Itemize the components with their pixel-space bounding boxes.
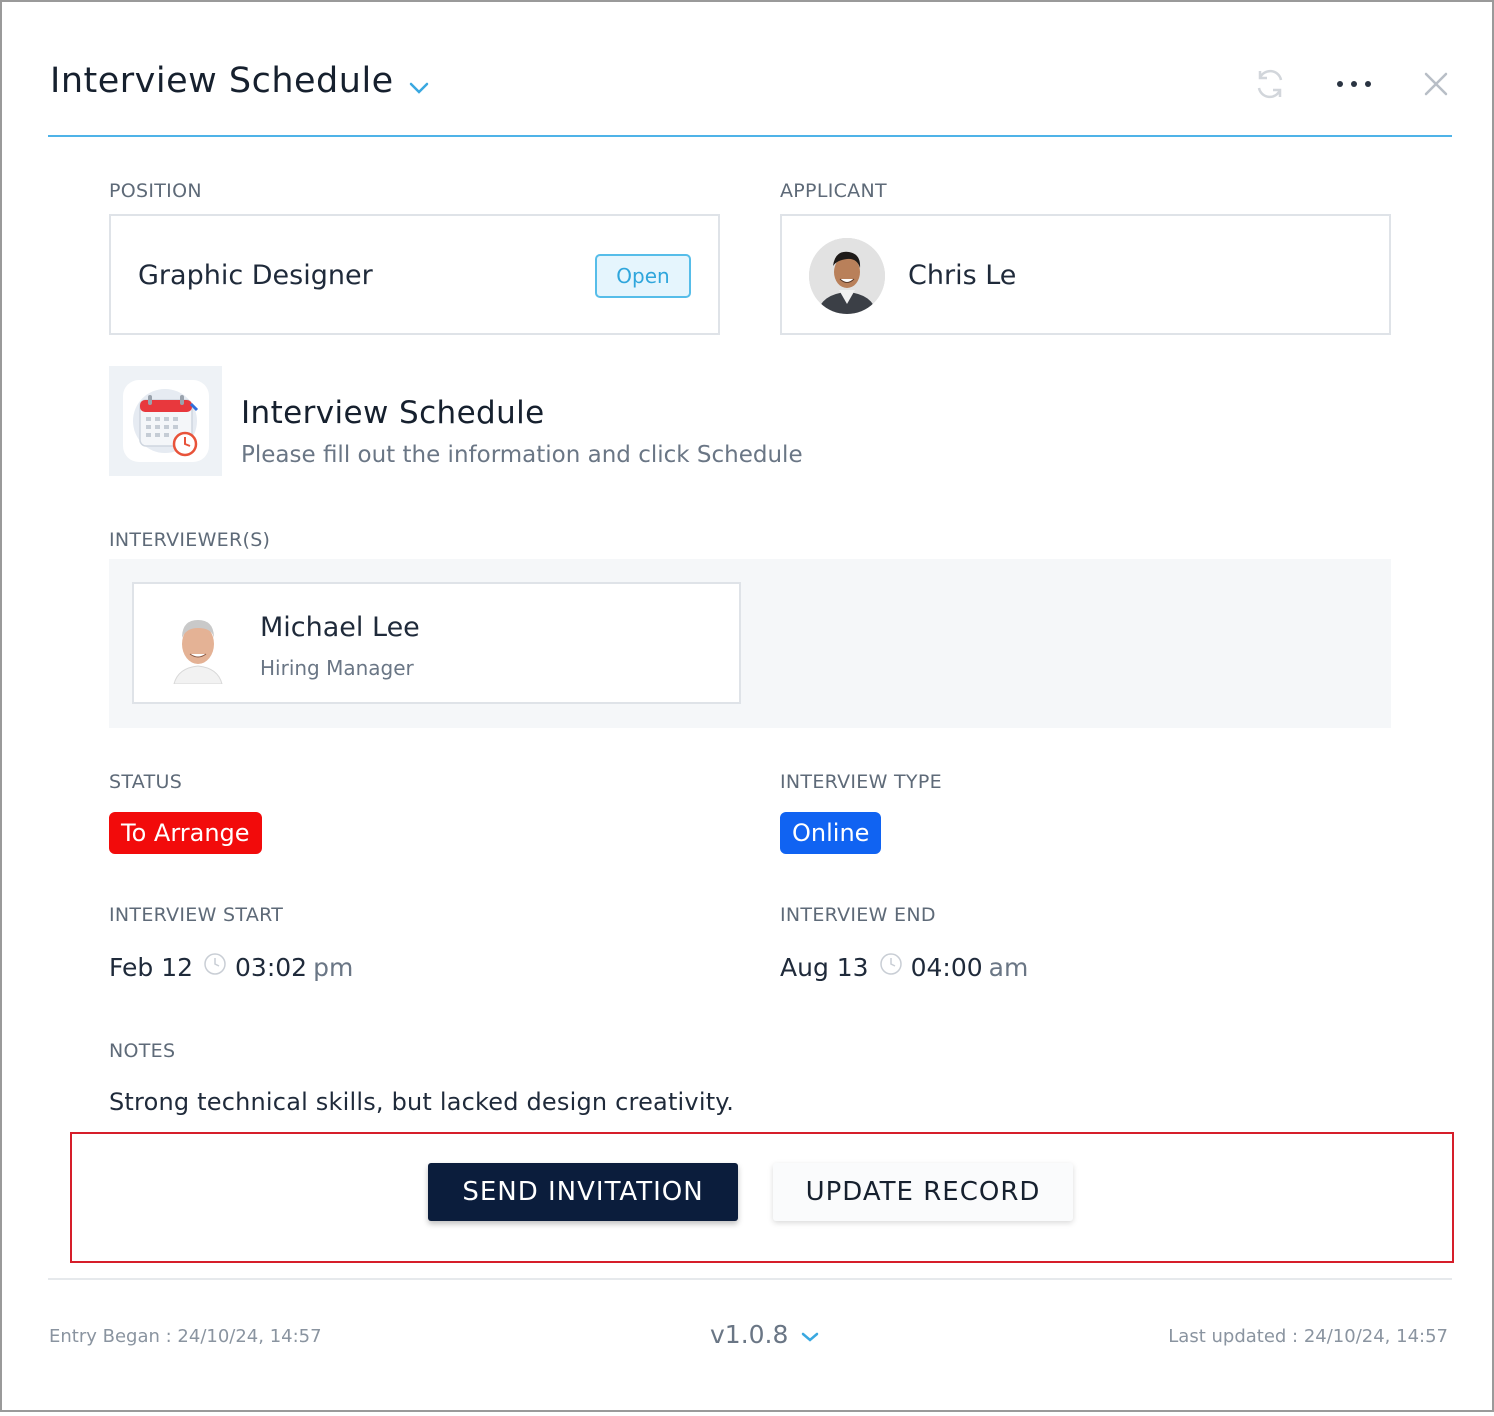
clock-icon [203, 952, 227, 982]
end-time: 04:00 [910, 952, 983, 982]
more-icon[interactable] [1334, 64, 1374, 104]
start-date: Feb 12 [109, 952, 194, 982]
applicant-card[interactable]: Chris Le [780, 214, 1391, 335]
clock-icon [879, 952, 903, 982]
close-icon[interactable] [1416, 64, 1456, 104]
start-time: 03:02 [235, 952, 308, 982]
last-updated-text: Last updated : 24/10/24, 14:57 [1168, 1326, 1448, 1347]
applicant-name: Chris Le [908, 260, 1017, 291]
version-dropdown[interactable]: v1.0.8 [710, 1320, 820, 1349]
footer-divider [48, 1278, 1452, 1280]
status-pill[interactable]: To Arrange [109, 812, 262, 854]
notes-text: Strong technical skills, but lacked desi… [109, 1088, 735, 1116]
version-label: v1.0.8 [710, 1320, 789, 1349]
end-ampm: am [988, 952, 1029, 982]
header-divider [48, 135, 1452, 137]
send-invitation-button[interactable]: SEND INVITATION [428, 1163, 738, 1221]
interview-type-pill[interactable]: Online [780, 812, 882, 854]
interview-start-label: INTERVIEW START [109, 904, 284, 926]
refresh-icon[interactable] [1250, 64, 1290, 104]
chevron-down-icon [408, 64, 430, 104]
interviewer-name: Michael Lee [260, 612, 420, 643]
status-badge: Open [595, 254, 691, 298]
applicant-label: APPLICANT [780, 180, 887, 202]
action-highlight-box [70, 1132, 1454, 1263]
schedule-title: Interview Schedule [241, 395, 545, 431]
interview-type-label: INTERVIEW TYPE [780, 771, 942, 793]
interview-end-value[interactable]: Aug 13 04:00 am [780, 952, 1028, 982]
chevron-down-icon [800, 1320, 820, 1349]
interviewers-label: INTERVIEWER(S) [109, 529, 271, 551]
start-ampm: pm [313, 952, 354, 982]
position-card[interactable]: Graphic Designer Open [109, 214, 720, 335]
avatar [164, 604, 232, 684]
interviewer-role: Hiring Manager [260, 656, 414, 680]
entry-began-text: Entry Began : 24/10/24, 14:57 [49, 1326, 322, 1347]
interview-start-value[interactable]: Feb 12 03:02 pm [109, 952, 353, 982]
position-name: Graphic Designer [138, 260, 373, 291]
calendar-icon [123, 380, 209, 462]
schedule-icon-tile [109, 366, 222, 476]
end-date: Aug 13 [780, 952, 869, 982]
schedule-subtitle: Please fill out the information and clic… [241, 442, 803, 468]
notes-label: NOTES [109, 1040, 176, 1062]
status-label: STATUS [109, 771, 183, 793]
interviewer-card[interactable]: Michael Lee Hiring Manager [132, 582, 741, 704]
page-title: Interview Schedule [50, 61, 394, 101]
update-record-button[interactable]: UPDATE RECORD [773, 1163, 1073, 1221]
interview-end-label: INTERVIEW END [780, 904, 936, 926]
avatar [809, 238, 885, 314]
header-title-dropdown[interactable]: Interview Schedule [50, 58, 430, 104]
interview-schedule-window: Interview Schedule POSITION Graphic Desi… [0, 0, 1494, 1412]
position-label: POSITION [109, 180, 202, 202]
